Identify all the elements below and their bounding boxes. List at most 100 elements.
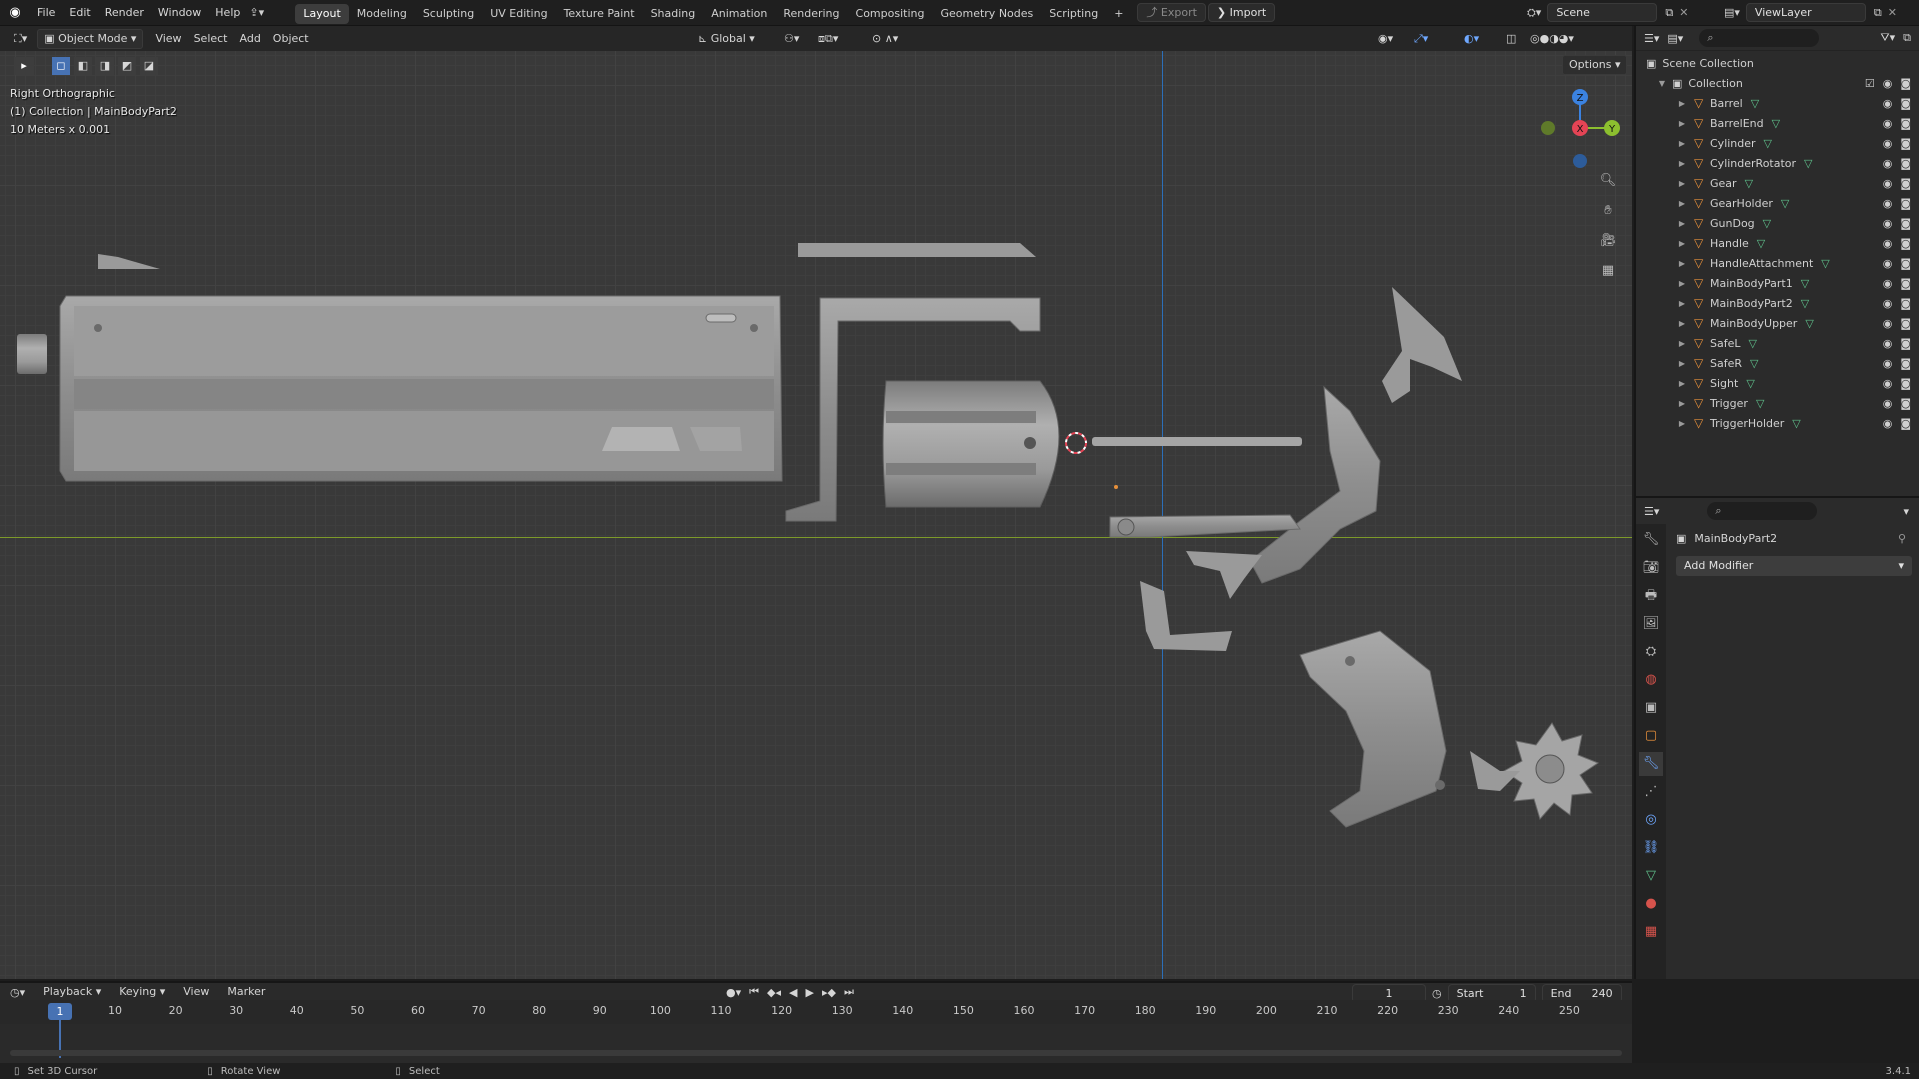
next-keyframe-icon[interactable]: ▸◆	[822, 986, 836, 999]
tab-geometry-nodes[interactable]: Geometry Nodes	[932, 4, 1041, 24]
menu-window[interactable]: Window	[151, 0, 208, 26]
eye-icon[interactable]: ◉	[1883, 177, 1893, 190]
play-icon[interactable]: ▶	[805, 986, 813, 999]
outliner-item[interactable]: ▶ ▽ BarrelEnd ▽ ◉ ◙	[1636, 113, 1919, 133]
part-mainbodyupper[interactable]	[798, 243, 1036, 257]
camera-render-icon[interactable]: ◙	[1900, 177, 1911, 190]
render-tab-icon[interactable]: 📷︎	[1639, 556, 1663, 580]
menu-object[interactable]: Object	[267, 29, 315, 49]
menu-keying[interactable]: Keying ▾	[113, 982, 171, 1002]
view-layer-tab-icon[interactable]: 🖼︎	[1639, 612, 1663, 636]
new-scene-icon[interactable]: ⧉	[1665, 6, 1673, 20]
camera-render-icon[interactable]: ◙	[1900, 257, 1911, 270]
part-safel[interactable]	[1140, 581, 1232, 651]
material-tab-icon[interactable]: ●	[1639, 892, 1663, 916]
eye-icon[interactable]: ◉	[1883, 417, 1893, 430]
eye-icon[interactable]: ◉	[1883, 357, 1893, 370]
eye-icon[interactable]: ◉	[1883, 257, 1893, 270]
tool-tab-icon[interactable]: 🔧︎	[1639, 528, 1663, 552]
outliner-item[interactable]: ▶ ▽ HandleAttachment ▽ ◉ ◙	[1636, 253, 1919, 273]
tab-sculpting[interactable]: Sculpting	[415, 4, 482, 24]
part-barrel[interactable]	[59, 295, 783, 482]
camera-render-icon[interactable]: ◙	[1900, 397, 1911, 410]
eye-icon[interactable]: ◉	[1883, 117, 1893, 130]
expand-icon[interactable]: ▶	[1676, 319, 1688, 328]
camera-render-icon[interactable]: ◙	[1900, 357, 1911, 370]
tab-modeling[interactable]: Modeling	[349, 4, 415, 24]
view-layer-field[interactable]: ViewLayer	[1745, 3, 1866, 22]
eye-icon[interactable]: ◉	[1883, 237, 1893, 250]
new-collection-icon[interactable]: ⧉	[1903, 31, 1911, 45]
collection-camera-icon[interactable]: ◙	[1900, 77, 1911, 90]
menu-select[interactable]: Select	[188, 29, 234, 49]
expand-icon[interactable]: ▶	[1676, 339, 1688, 348]
part-sight[interactable]	[98, 254, 160, 269]
camera-render-icon[interactable]: ◙	[1900, 97, 1911, 110]
expand-icon[interactable]: ▶	[1676, 239, 1688, 248]
delete-scene-icon[interactable]: ✕	[1679, 6, 1688, 19]
mesh-data-icon[interactable]: ▽	[1746, 377, 1754, 390]
overlay-icon[interactable]: ◐▾	[1458, 29, 1485, 49]
orientation-selector[interactable]: ⊾ Global ▾	[692, 29, 761, 49]
expand-icon[interactable]: ▶	[1676, 279, 1688, 288]
eye-icon[interactable]: ◉	[1883, 197, 1893, 210]
add-workspace-button[interactable]: +	[1106, 4, 1131, 24]
tab-texture-paint[interactable]: Texture Paint	[556, 4, 643, 24]
mesh-data-icon[interactable]: ▽	[1749, 337, 1757, 350]
scene-selector[interactable]: ⛭▾ Scene ⧉ ✕	[1527, 3, 1688, 22]
expand-icon[interactable]: ▶	[1676, 139, 1688, 148]
mesh-data-icon[interactable]: ▽	[1801, 277, 1809, 290]
part-gear[interactable]	[1470, 722, 1600, 821]
pin-icon[interactable]: ⚲	[1898, 532, 1906, 545]
outliner-item[interactable]: ▶ ▽ Sight ▽ ◉ ◙	[1636, 373, 1919, 393]
eye-icon[interactable]: ◉	[1883, 157, 1893, 170]
camera-render-icon[interactable]: ◙	[1900, 297, 1911, 310]
mesh-data-icon[interactable]: ▽	[1805, 317, 1813, 330]
tab-compositing[interactable]: Compositing	[848, 4, 933, 24]
gizmo-icon[interactable]: ⤢▾	[1408, 29, 1434, 49]
outliner-item[interactable]: ▶ ▽ SafeR ▽ ◉ ◙	[1636, 353, 1919, 373]
expand-icon[interactable]: ▶	[1676, 419, 1688, 428]
menu-marker[interactable]: Marker	[221, 982, 271, 1002]
part-barrelend[interactable]	[17, 334, 47, 374]
properties-search-field[interactable]: ⌕	[1707, 502, 1818, 520]
eye-icon[interactable]: ◉	[1883, 297, 1893, 310]
expand-icon[interactable]: ▶	[1676, 179, 1688, 188]
output-tab-icon[interactable]: 🖶	[1639, 584, 1663, 608]
upload-icon[interactable]: ⇪▾	[249, 6, 279, 19]
timeline-editor-icon[interactable]: ◷▾	[10, 986, 25, 999]
jump-start-icon[interactable]: ⏮	[749, 985, 759, 999]
part-triggerholder[interactable]	[1109, 514, 1301, 538]
part-gearholder[interactable]	[1382, 287, 1462, 403]
camera-render-icon[interactable]: ◙	[1900, 137, 1911, 150]
tab-animation[interactable]: Animation	[703, 4, 775, 24]
menu-playback[interactable]: Playback ▾	[37, 982, 107, 1002]
prev-keyframe-icon[interactable]: ◆◂	[767, 986, 781, 999]
editor-type-icon[interactable]: ⛶▾	[8, 29, 33, 49]
tab-uv-editing[interactable]: UV Editing	[482, 4, 555, 24]
proportional-edit-icon[interactable]: ⊙ ∧▾	[866, 29, 904, 49]
3d-cursor[interactable]	[1065, 432, 1087, 454]
outliner-item[interactable]: ▶ ▽ Gear ▽ ◉ ◙	[1636, 173, 1919, 193]
part-mainbodypart2[interactable]	[1249, 385, 1381, 584]
outliner-item[interactable]: ▶ ▽ Cylinder ▽ ◉ ◙	[1636, 133, 1919, 153]
eye-icon[interactable]: ◉	[1883, 137, 1893, 150]
menu-render[interactable]: Render	[98, 0, 151, 26]
camera-render-icon[interactable]: ◙	[1900, 277, 1911, 290]
xray-icon[interactable]: ◫	[1500, 29, 1522, 49]
pivot-icon[interactable]: ⚇▾	[778, 29, 805, 49]
snap-icon[interactable]: ⧈⧉▾	[812, 29, 844, 49]
timeline-scrollbar[interactable]	[10, 1050, 1622, 1056]
camera-render-icon[interactable]: ◙	[1900, 417, 1911, 430]
outliner-item[interactable]: ▶ ▽ Trigger ▽ ◉ ◙	[1636, 393, 1919, 413]
properties-editor-icon[interactable]: ☰▾	[1644, 505, 1659, 518]
part-handle[interactable]	[1299, 630, 1447, 828]
eye-icon[interactable]: ◉	[1883, 97, 1893, 110]
mesh-data-icon[interactable]: ▽	[1781, 197, 1789, 210]
tab-layout[interactable]: Layout	[295, 4, 349, 24]
mesh-data-icon[interactable]: ▽	[1792, 417, 1800, 430]
camera-render-icon[interactable]: ◙	[1900, 237, 1911, 250]
tab-scripting[interactable]: Scripting	[1041, 4, 1106, 24]
view-layer-selector[interactable]: ▤▾ ViewLayer ⧉ ✕	[1724, 3, 1897, 22]
menu-view[interactable]: View	[149, 29, 187, 49]
